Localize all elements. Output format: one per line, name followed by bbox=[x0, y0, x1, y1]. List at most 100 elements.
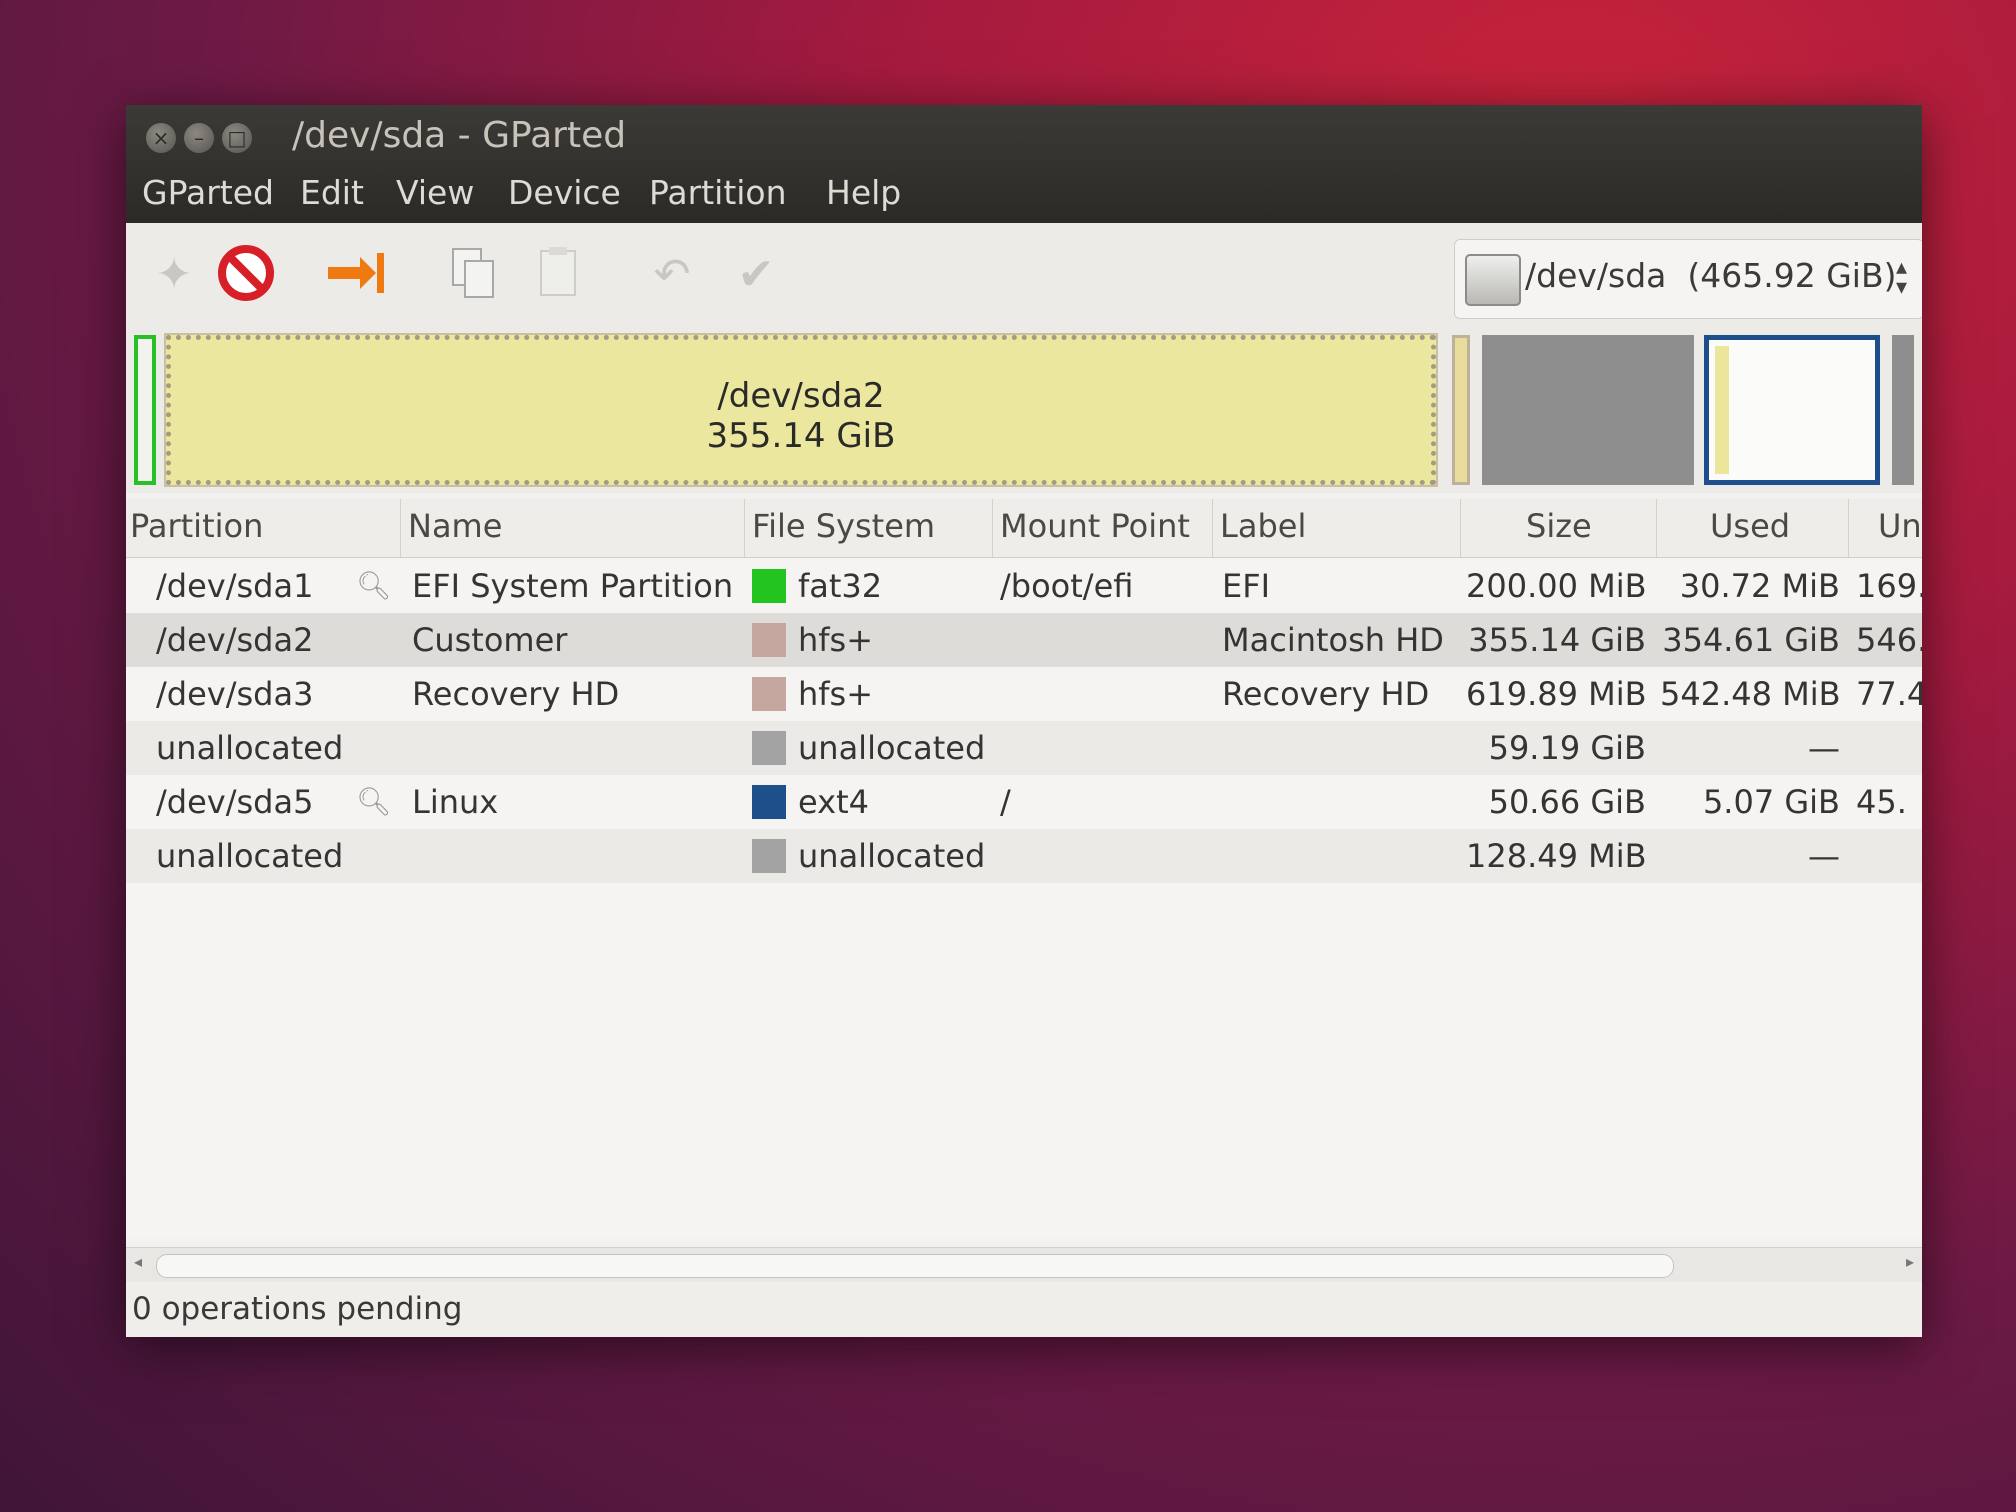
gparted-window: × – □ /dev/sda - GParted GParted Edit Vi… bbox=[126, 105, 1922, 1337]
device-size: (465.92 GiB) bbox=[1687, 256, 1897, 295]
diskmap-selected-size: 355.14 GiB bbox=[706, 416, 896, 456]
scrollbar-thumb[interactable] bbox=[156, 1254, 1674, 1278]
table-row[interactable]: /dev/sda1 🔍︎ EFI System Partition fat32 … bbox=[126, 559, 1922, 613]
col-name[interactable]: Name bbox=[408, 507, 502, 545]
delete-icon bbox=[218, 245, 274, 301]
toolbar: ✦ ↶ ✔ /dev/sda (465.92 GiB) ▴ ▾ bbox=[126, 223, 1922, 324]
partition-table: Partition Name File System Mount Point L… bbox=[126, 499, 1922, 1239]
col-size[interactable]: Size bbox=[1526, 507, 1592, 545]
cell-label: Recovery HD bbox=[1222, 675, 1430, 713]
scroll-right-icon[interactable]: ▸ bbox=[1906, 1252, 1914, 1271]
spin-arrows-icon[interactable]: ▴ ▾ bbox=[1896, 257, 1907, 299]
cell-used: 5.07 GiB bbox=[1702, 783, 1840, 821]
new-partition-icon[interactable]: ✦ bbox=[144, 245, 204, 305]
menu-partition[interactable]: Partition bbox=[649, 173, 787, 212]
cell-label: Macintosh HD bbox=[1222, 621, 1444, 659]
cell-partition: /dev/sda1 bbox=[156, 567, 314, 605]
diskmap-unallocated-1[interactable] bbox=[1482, 335, 1694, 485]
key-icon: 🔍︎ bbox=[356, 569, 392, 602]
fs-color-swatch bbox=[752, 623, 786, 657]
cell-label: EFI bbox=[1222, 567, 1271, 605]
cell-mount: /boot/efi bbox=[1000, 567, 1134, 605]
fs-color-swatch bbox=[752, 785, 786, 819]
fs-color-swatch bbox=[752, 839, 786, 873]
title-bar: × – □ /dev/sda - GParted GParted Edit Vi… bbox=[126, 105, 1922, 223]
menu-help[interactable]: Help bbox=[826, 173, 901, 212]
cell-unused: 169.2 bbox=[1856, 567, 1922, 605]
diskmap-sda2[interactable]: /dev/sda2 355.14 GiB bbox=[164, 333, 1438, 487]
device-selector[interactable]: /dev/sda (465.92 GiB) ▴ ▾ bbox=[1454, 239, 1922, 319]
table-row[interactable]: /dev/sda5 🔍︎ Linux ext4 / 50.66 GiB 5.07… bbox=[126, 775, 1922, 829]
cell-partition: unallocated bbox=[156, 837, 344, 875]
cell-used: 542.48 MiB bbox=[1660, 675, 1841, 713]
menu-gparted[interactable]: GParted bbox=[142, 173, 274, 212]
table-row[interactable]: /dev/sda3 Recovery HD hfs+ Recovery HD 6… bbox=[126, 667, 1922, 721]
resize-move-button[interactable] bbox=[326, 245, 386, 305]
fs-color-swatch bbox=[752, 731, 786, 765]
cell-unused: 546.2 bbox=[1856, 621, 1922, 659]
status-bar: 0 operations pending bbox=[126, 1283, 1922, 1337]
cell-unused: 77.4 bbox=[1856, 675, 1922, 713]
table-row[interactable]: unallocated unallocated 59.19 GiB — bbox=[126, 721, 1922, 775]
cell-partition: /dev/sda2 bbox=[156, 621, 314, 659]
table-row[interactable]: unallocated unallocated 128.49 MiB — bbox=[126, 829, 1922, 883]
paste-icon[interactable] bbox=[530, 245, 590, 305]
cell-size: 355.14 GiB bbox=[1468, 621, 1646, 659]
window-title: /dev/sda - GParted bbox=[292, 115, 627, 156]
cell-name: Linux bbox=[412, 783, 499, 821]
cell-fs: unallocated bbox=[798, 837, 986, 875]
close-window-icon[interactable]: × bbox=[146, 123, 176, 153]
diskmap-unallocated-2[interactable] bbox=[1892, 335, 1914, 485]
col-used[interactable]: Used bbox=[1710, 507, 1790, 545]
scroll-left-icon[interactable]: ◂ bbox=[134, 1252, 142, 1271]
table-header: Partition Name File System Mount Point L… bbox=[126, 499, 1922, 558]
cell-size: 619.89 MiB bbox=[1466, 675, 1647, 713]
delete-partition-button[interactable] bbox=[216, 245, 276, 305]
menu-device[interactable]: Device bbox=[508, 173, 621, 212]
cell-partition: unallocated bbox=[156, 729, 344, 767]
cell-fs: hfs+ bbox=[798, 621, 874, 659]
table-row-selected[interactable]: /dev/sda2 Customer hfs+ Macintosh HD 355… bbox=[126, 613, 1922, 667]
col-unused[interactable]: Un bbox=[1878, 507, 1922, 545]
disk-map: /dev/sda2 355.14 GiB bbox=[126, 323, 1922, 493]
diskmap-sda5[interactable] bbox=[1704, 335, 1880, 485]
cell-partition: /dev/sda3 bbox=[156, 675, 314, 713]
operations-pending-status: 0 operations pending bbox=[132, 1291, 463, 1327]
maximize-window-icon[interactable]: □ bbox=[222, 123, 252, 153]
minimize-window-icon[interactable]: – bbox=[184, 123, 214, 153]
cell-mount: / bbox=[1000, 783, 1011, 821]
cell-name: Customer bbox=[412, 621, 568, 659]
copy-icon[interactable] bbox=[444, 245, 504, 305]
undo-icon[interactable]: ↶ bbox=[642, 245, 702, 305]
resize-move-icon bbox=[328, 253, 384, 293]
cell-fs: ext4 bbox=[798, 783, 869, 821]
menu-bar: GParted Edit View Device Partition Help bbox=[126, 163, 1922, 219]
col-label[interactable]: Label bbox=[1220, 507, 1306, 545]
cell-name: Recovery HD bbox=[412, 675, 620, 713]
cell-used: — bbox=[1808, 837, 1840, 875]
cell-size: 128.49 MiB bbox=[1466, 837, 1647, 875]
cell-name: EFI System Partition bbox=[412, 567, 734, 605]
menu-edit[interactable]: Edit bbox=[300, 173, 364, 212]
cell-used: 30.72 MiB bbox=[1679, 567, 1840, 605]
col-file-system[interactable]: File System bbox=[752, 507, 935, 545]
diskmap-sda1[interactable] bbox=[134, 335, 156, 485]
cell-used: 354.61 GiB bbox=[1662, 621, 1840, 659]
col-partition[interactable]: Partition bbox=[130, 507, 263, 545]
cell-fs: fat32 bbox=[798, 567, 883, 605]
cell-size: 200.00 MiB bbox=[1466, 567, 1647, 605]
apply-icon[interactable]: ✔ bbox=[726, 245, 786, 305]
fs-color-swatch bbox=[752, 677, 786, 711]
device-label: /dev/sda (465.92 GiB) bbox=[1525, 256, 1896, 295]
cell-partition: /dev/sda5 bbox=[156, 783, 314, 821]
cell-size: 50.66 GiB bbox=[1488, 783, 1646, 821]
horizontal-scrollbar[interactable]: ◂ ▸ bbox=[126, 1247, 1922, 1282]
hard-disk-icon bbox=[1465, 254, 1521, 306]
cell-unused: 45. bbox=[1856, 783, 1907, 821]
menu-view[interactable]: View bbox=[396, 173, 474, 212]
diskmap-selected-partition: /dev/sda2 bbox=[717, 376, 885, 416]
key-icon: 🔍︎ bbox=[356, 785, 392, 818]
diskmap-sda3[interactable] bbox=[1452, 335, 1470, 485]
col-mount-point[interactable]: Mount Point bbox=[1000, 507, 1190, 545]
fs-color-swatch bbox=[752, 569, 786, 603]
